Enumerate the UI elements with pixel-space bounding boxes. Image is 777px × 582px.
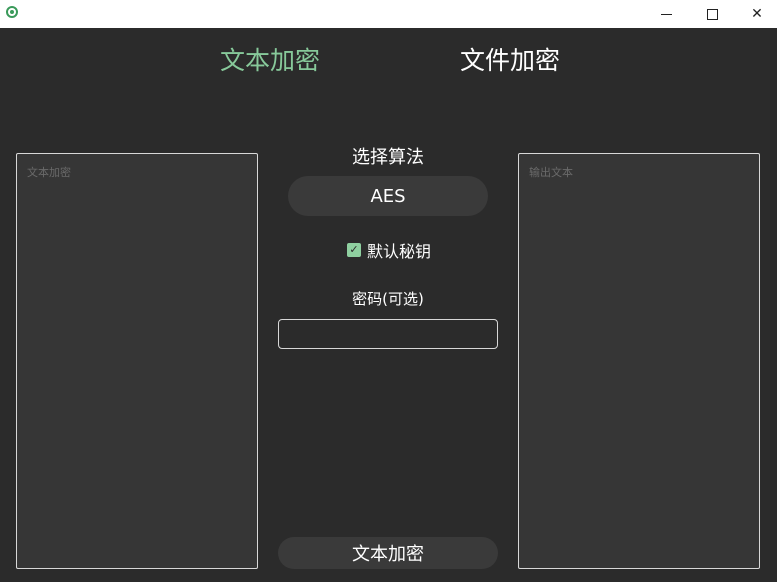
maximize-icon xyxy=(706,8,718,20)
default-key-checkbox[interactable]: ✓ xyxy=(347,243,361,257)
minimize-button[interactable] xyxy=(643,0,689,28)
title-bar: ✕ xyxy=(0,0,777,28)
output-text-area[interactable]: 输出文本 xyxy=(518,153,760,569)
input-placeholder: 文本加密 xyxy=(27,166,71,179)
password-label: 密码(可选) xyxy=(352,290,424,308)
algorithm-select[interactable]: AES xyxy=(288,176,488,216)
encrypt-text-button[interactable]: 文本加密 xyxy=(278,537,498,569)
app-icon xyxy=(6,6,18,18)
tab-file-encrypt[interactable]: 文件加密 xyxy=(460,45,560,77)
password-input[interactable] xyxy=(278,319,498,349)
algorithm-label: 选择算法 xyxy=(352,147,424,168)
default-key-toggle[interactable]: ✓ 默认秘钥 xyxy=(347,238,431,262)
main-content: 文本加密 文件加密 文本加密 选择算法 AES ✓ 默认秘钥 密码(可选) 文本… xyxy=(0,28,777,582)
tab-text-encrypt[interactable]: 文本加密 xyxy=(220,45,320,77)
default-key-label: 默认秘钥 xyxy=(367,242,432,261)
output-placeholder: 输出文本 xyxy=(529,166,573,179)
maximize-button[interactable] xyxy=(689,0,735,28)
check-icon: ✓ xyxy=(349,243,359,256)
input-text-area[interactable]: 文本加密 xyxy=(16,153,258,569)
minimize-icon xyxy=(660,13,672,15)
close-icon: ✕ xyxy=(751,6,763,22)
close-button[interactable]: ✕ xyxy=(734,0,777,28)
